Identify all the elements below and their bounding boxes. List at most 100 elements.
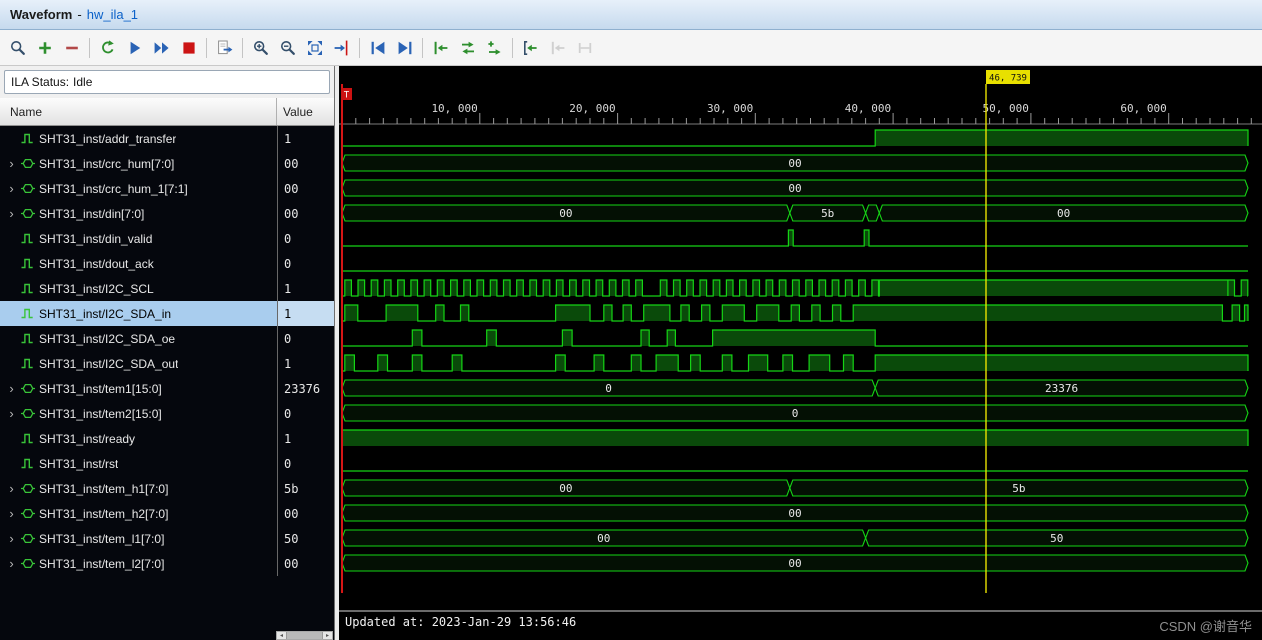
signal-value: 1 <box>277 126 334 151</box>
signal-value: 0 <box>277 326 334 351</box>
trig-add-icon <box>487 40 501 55</box>
zoom-in-button[interactable] <box>247 34 274 61</box>
remove-icon <box>65 46 78 49</box>
window-title: Waveform <box>10 7 73 22</box>
svg-text:46, 739: 46, 739 <box>989 74 1027 84</box>
run-trigger-continuous-button[interactable] <box>94 34 121 61</box>
value-column-header[interactable]: Value <box>277 98 334 125</box>
go-to-end-button[interactable] <box>391 34 418 61</box>
signal-row[interactable]: SHT31_inst/I2C_SDA_out 1 <box>0 351 334 376</box>
zoom-fit-button[interactable] <box>301 34 328 61</box>
signal-row[interactable]: SHT31_inst/rst 0 <box>0 451 334 476</box>
export-ila-data-button[interactable] <box>211 34 238 61</box>
expand-chevron-icon[interactable]: › <box>6 532 17 545</box>
signal-row[interactable]: › SHT31_inst/tem_l1[7:0] 50 <box>0 526 334 551</box>
svg-text:00: 00 <box>559 482 572 495</box>
signal-value: 23376 <box>277 376 334 401</box>
signal-row[interactable]: SHT31_inst/dout_ack 0 <box>0 251 334 276</box>
expand-chevron-icon[interactable]: › <box>6 182 17 195</box>
svg-text:23376: 23376 <box>1045 382 1078 395</box>
signal-row[interactable]: › SHT31_inst/tem1[15:0] 23376 <box>0 376 334 401</box>
signal-name-cell[interactable]: › SHT31_inst/crc_hum[7:0] <box>0 151 277 176</box>
signal-row[interactable]: › SHT31_inst/crc_hum[7:0] 00 <box>0 151 334 176</box>
signal-name-cell[interactable]: › SHT31_inst/tem_h1[7:0] <box>0 476 277 501</box>
toolbar-separator <box>512 37 513 58</box>
signal-type-icon <box>20 357 36 370</box>
signal-name-cell[interactable]: › SHT31_inst/tem1[15:0] <box>0 376 277 401</box>
signal-name-cell[interactable]: › SHT31_inst/din[7:0] <box>0 201 277 226</box>
go-to-start-button[interactable] <box>364 34 391 61</box>
expand-chevron-icon[interactable]: › <box>6 382 17 395</box>
signal-row[interactable]: SHT31_inst/din_valid 0 <box>0 226 334 251</box>
signal-name-cell[interactable]: SHT31_inst/dout_ack <box>0 251 277 276</box>
name-panel-hscrollbar[interactable]: ◂ ▸ <box>276 631 333 640</box>
goto-end-icon <box>398 41 411 54</box>
expand-chevron-icon[interactable]: › <box>6 507 17 520</box>
bit-waveform-icon <box>21 233 33 244</box>
set-trigger-position-center-button[interactable] <box>454 34 481 61</box>
signal-name-cell[interactable]: SHT31_inst/addr_transfer <box>0 126 277 151</box>
signal-row[interactable]: › SHT31_inst/tem_h2[7:0] 00 <box>0 501 334 526</box>
scroll-thumb[interactable] <box>286 632 323 639</box>
expand-chevron-icon[interactable]: › <box>6 407 17 420</box>
signal-row[interactable]: › SHT31_inst/tem2[15:0] 0 <box>0 401 334 426</box>
scroll-left-arrow[interactable]: ◂ <box>277 632 286 639</box>
signal-row[interactable]: SHT31_inst/ready 1 <box>0 426 334 451</box>
signal-row[interactable]: SHT31_inst/I2C_SDA_oe 0 <box>0 326 334 351</box>
signal-row[interactable]: SHT31_inst/addr_transfer 1 <box>0 126 334 151</box>
bus-waveform-icon <box>21 183 35 194</box>
signal-value: 00 <box>277 151 334 176</box>
signal-name-cell[interactable]: SHT31_inst/rst <box>0 451 277 476</box>
expand-chevron-icon[interactable]: › <box>6 207 17 220</box>
find-button[interactable] <box>4 34 31 61</box>
signal-name-cell[interactable]: SHT31_inst/I2C_SDA_out <box>0 351 277 376</box>
signal-name: SHT31_inst/I2C_SCL <box>39 281 154 296</box>
signal-row[interactable]: › SHT31_inst/tem_h1[7:0] 5b <box>0 476 334 501</box>
signal-type-icon <box>20 407 36 420</box>
signal-row[interactable]: › SHT31_inst/din[7:0] 00 <box>0 201 334 226</box>
signal-row[interactable]: SHT31_inst/I2C_SDA_in 1 <box>0 301 334 326</box>
set-trigger-position-start-button[interactable] <box>427 34 454 61</box>
signal-name-cell[interactable]: › SHT31_inst/tem_l2[7:0] <box>0 551 277 576</box>
signal-name-cell[interactable]: › SHT31_inst/tem_h2[7:0] <box>0 501 277 526</box>
expand-chevron-icon[interactable]: › <box>6 482 17 495</box>
title-bar: Waveform - hw_ila_1 <box>0 0 1262 30</box>
svg-text:00: 00 <box>559 207 572 220</box>
run-trigger-button[interactable] <box>121 34 148 61</box>
signal-value: 5b <box>277 476 334 501</box>
ila-status-box: ILA Status: Idle <box>4 70 330 94</box>
run-trigger-immediate-button[interactable] <box>148 34 175 61</box>
expand-chevron-icon[interactable]: › <box>6 157 17 170</box>
scroll-right-arrow[interactable]: ▸ <box>323 632 332 639</box>
zoom-to-cursor-button[interactable] <box>328 34 355 61</box>
signal-row[interactable]: SHT31_inst/I2C_SCL 1 <box>0 276 334 301</box>
svg-text:5b: 5b <box>1012 482 1025 495</box>
signal-name-cell[interactable]: › SHT31_inst/crc_hum_1[7:1] <box>0 176 277 201</box>
signal-value: 00 <box>277 551 334 576</box>
signal-name-cell[interactable]: SHT31_inst/din_valid <box>0 226 277 251</box>
go-to-trigger-button[interactable] <box>517 34 544 61</box>
signal-name-cell[interactable]: SHT31_inst/I2C_SCL <box>0 276 277 301</box>
name-column-header[interactable]: Name <box>0 98 277 125</box>
svg-text:30, 000: 30, 000 <box>707 102 753 115</box>
expand-chevron-icon[interactable]: › <box>6 557 17 570</box>
signal-type-icon <box>20 507 36 520</box>
svg-text:T: T <box>344 91 350 101</box>
signal-name-cell[interactable]: SHT31_inst/I2C_SDA_in <box>0 301 277 326</box>
zoom-out-button[interactable] <box>274 34 301 61</box>
signal-row[interactable]: › SHT31_inst/tem_l2[7:0] 00 <box>0 551 334 576</box>
signal-name-cell[interactable]: SHT31_inst/ready <box>0 426 277 451</box>
bus-waveform-icon <box>21 483 35 494</box>
signal-name-cell[interactable]: › SHT31_inst/tem_l1[7:0] <box>0 526 277 551</box>
stop-trigger-button[interactable] <box>175 34 202 61</box>
add-trigger-button[interactable] <box>481 34 508 61</box>
signal-name-cell[interactable]: › SHT31_inst/tem2[15:0] <box>0 401 277 426</box>
waveform-canvas[interactable]: 10, 000 20, 000 30, 000 40, 000 50, 000 60, 0… <box>339 66 1262 632</box>
remove-probes-button[interactable] <box>58 34 85 61</box>
bus-waveform-icon <box>21 408 35 419</box>
add-probes-button[interactable] <box>31 34 58 61</box>
signal-name-cell[interactable]: SHT31_inst/I2C_SDA_oe <box>0 326 277 351</box>
signal-row[interactable]: › SHT31_inst/crc_hum_1[7:1] 00 <box>0 176 334 201</box>
signal-name: SHT31_inst/tem1[15:0] <box>39 381 162 396</box>
signal-value: 0 <box>277 451 334 476</box>
